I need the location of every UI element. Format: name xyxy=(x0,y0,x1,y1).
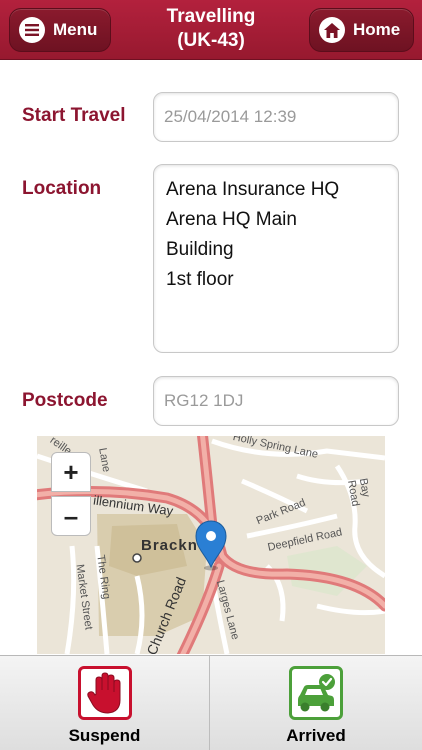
postcode-field[interactable]: RG12 1DJ xyxy=(153,376,399,426)
location-line: Arena Insurance HQ xyxy=(166,179,340,200)
title-line-1: Travelling xyxy=(166,6,256,27)
location-field[interactable]: Arena Insurance HQ Arena HQ Main Buildin… xyxy=(153,164,399,353)
location-map[interactable]: Holly Spring Lane illennium Way Park Roa… xyxy=(37,436,385,654)
location-line: Arena HQ Main xyxy=(166,209,297,230)
postcode-value: RG12 1DJ xyxy=(164,391,244,410)
zoom-in-button[interactable]: + xyxy=(51,452,91,492)
menu-label: Menu xyxy=(53,20,98,39)
home-icon xyxy=(319,17,345,43)
start-travel-value: 25/04/2014 12:39 xyxy=(164,107,297,126)
car-check-icon xyxy=(289,666,343,720)
arrived-label: Arrived xyxy=(286,726,346,745)
app-header: Menu Travelling (UK-43) Home xyxy=(0,0,422,60)
start-travel-label: Start Travel xyxy=(22,105,126,126)
hand-stop-icon xyxy=(77,666,132,720)
suspend-button[interactable]: Suspend xyxy=(0,656,210,750)
location-line: 1st floor xyxy=(166,269,234,290)
hamburger-icon xyxy=(19,17,45,43)
start-travel-field[interactable]: 25/04/2014 12:39 xyxy=(153,92,399,142)
postcode-label: Postcode xyxy=(22,390,108,411)
map-label: Brackn xyxy=(141,537,198,554)
home-label: Home xyxy=(353,20,401,39)
location-line: Building xyxy=(166,239,234,260)
home-button[interactable]: Home xyxy=(309,8,414,52)
page-title: Travelling (UK-43) xyxy=(120,5,302,53)
location-label: Location xyxy=(22,178,102,199)
zoom-out-button[interactable]: – xyxy=(51,496,91,536)
menu-button[interactable]: Menu xyxy=(9,8,111,52)
title-line-2: (UK-43) xyxy=(177,30,245,51)
action-bar: Suspend Arrived xyxy=(0,655,422,750)
arrived-button[interactable]: Arrived xyxy=(211,656,421,750)
suspend-label: Suspend xyxy=(68,726,141,745)
